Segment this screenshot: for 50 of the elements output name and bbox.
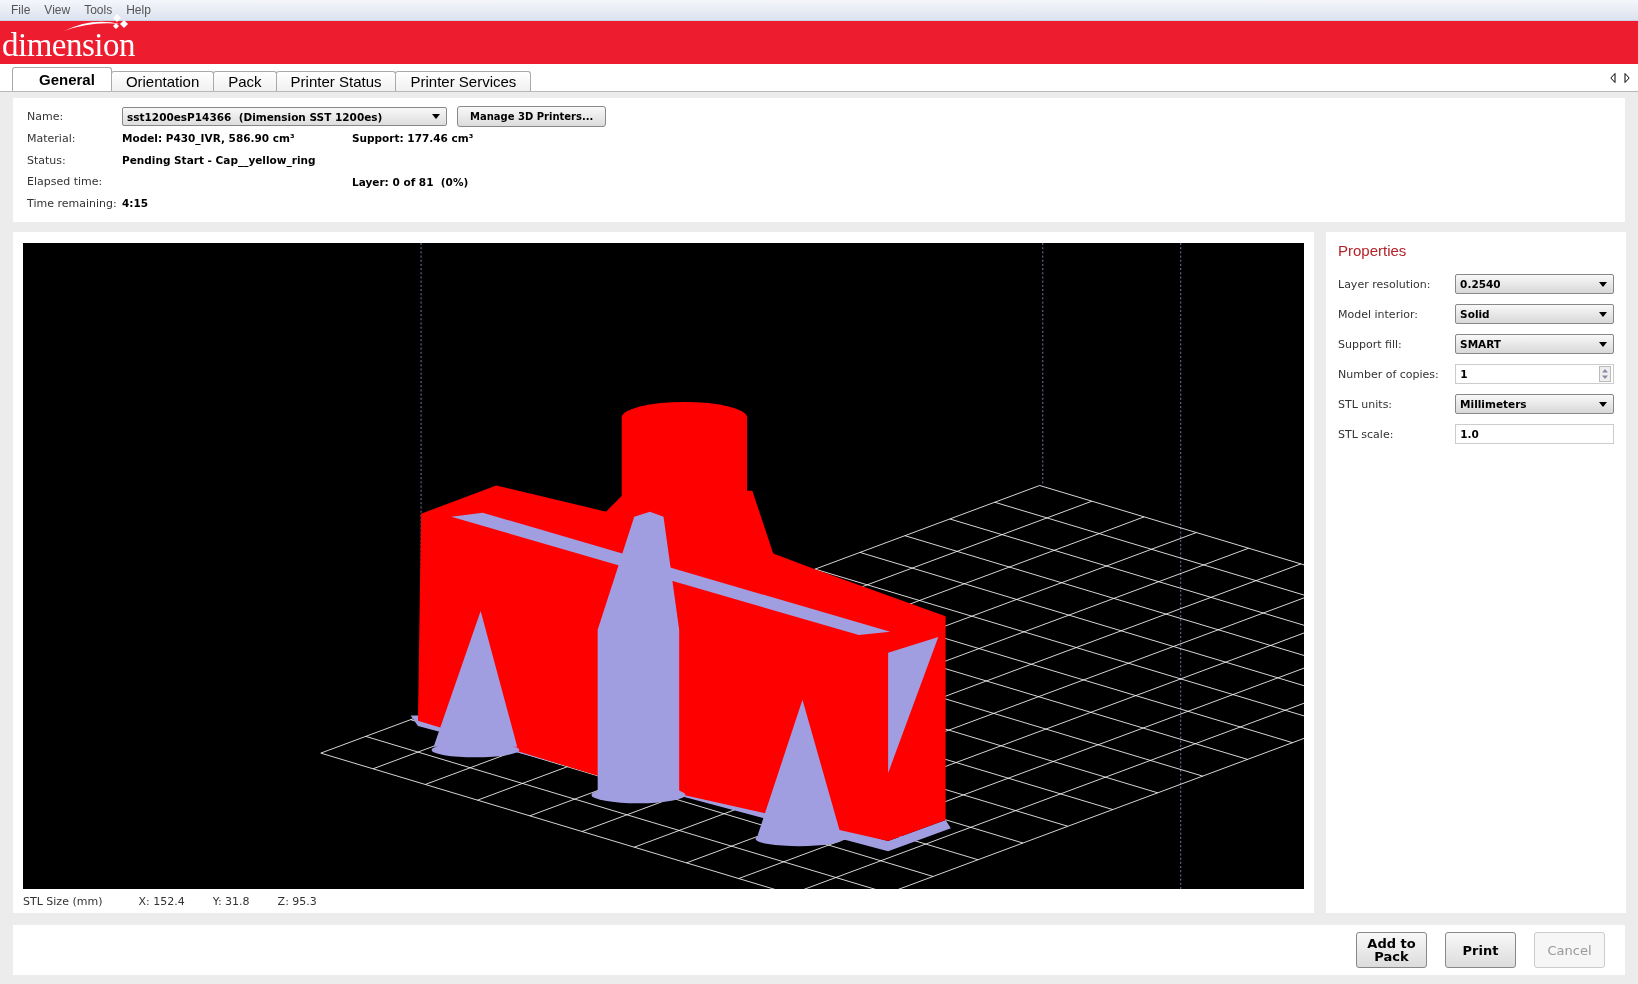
menu-item[interactable]: Help: [119, 3, 158, 17]
printer-dropdown[interactable]: sst1200esP14366 (Dimension SST 1200es): [122, 107, 447, 126]
field-value: Model: P430_IVR, 586.90 cm³: [122, 131, 295, 144]
logo-text: dimension: [2, 27, 135, 63]
property-label: Number of copies:: [1338, 367, 1440, 381]
property-label: STL units:: [1338, 397, 1394, 411]
property-dropdown[interactable]: SMART: [1455, 334, 1614, 354]
y-size-value: Y: 31.8: [212, 895, 250, 908]
field-label: Time remaining:: [27, 197, 118, 210]
manage-printers-button[interactable]: Manage 3D Printers...: [457, 106, 607, 127]
tab[interactable]: General: [12, 67, 112, 91]
tab[interactable]: Pack: [213, 71, 277, 91]
scroll-right-icon[interactable]: [1624, 72, 1630, 83]
dropdown-arrow-icon: [1599, 311, 1607, 317]
property-dropdown[interactable]: Solid: [1455, 304, 1614, 324]
field-label: Name:: [27, 110, 65, 123]
field-label: Status:: [27, 153, 67, 167]
3d-model-drawing[interactable]: [410, 401, 951, 852]
dropdown-arrow-icon: [432, 114, 440, 119]
dropdown-arrow-icon: [1599, 401, 1607, 407]
property-label: Model interior:: [1338, 307, 1419, 321]
property-dropdown[interactable]: 0.2540: [1455, 274, 1614, 294]
property-label: Layer resolution:: [1338, 277, 1432, 291]
copies-spinner[interactable]: 1: [1455, 364, 1614, 384]
z-size-value: Z: 95.3: [277, 895, 317, 908]
tab[interactable]: Printer Services: [395, 71, 532, 91]
menu-item[interactable]: View: [37, 3, 78, 17]
menu-item[interactable]: Tools: [77, 3, 120, 17]
action-button[interactable]: Print: [1445, 932, 1516, 968]
dropdown-arrow-icon: [1599, 281, 1607, 287]
property-dropdown[interactable]: Millimeters: [1455, 394, 1614, 414]
field-label: Material:: [27, 131, 77, 145]
field-value: Pending Start - Cap__yellow_ring: [122, 153, 316, 166]
field-label: Elapsed time:: [27, 175, 104, 189]
property-label: STL scale:: [1338, 427, 1395, 441]
panel-title: Properties: [1338, 242, 1408, 259]
menu-item[interactable]: File: [4, 3, 38, 17]
tab[interactable]: Orientation: [110, 71, 215, 91]
field-value: 4:15: [122, 197, 149, 209]
scale-input-field[interactable]: 1.0: [1455, 424, 1614, 444]
action-button[interactable]: Add to Pack: [1356, 932, 1427, 968]
field-value: Support: 177.46 cm³: [352, 132, 474, 145]
stl-size-label: STL Size (mm): [23, 895, 103, 908]
spin-arrows-icon[interactable]: [1599, 366, 1611, 382]
x-size-value: X: 152.4: [138, 895, 185, 908]
field-value: Layer: 0 of 81 (0%): [352, 175, 469, 188]
scroll-left-icon[interactable]: [1610, 72, 1616, 83]
property-label: Support fill:: [1338, 337, 1403, 351]
dropdown-arrow-icon: [1599, 341, 1607, 347]
tab[interactable]: Printer Status: [275, 71, 397, 91]
